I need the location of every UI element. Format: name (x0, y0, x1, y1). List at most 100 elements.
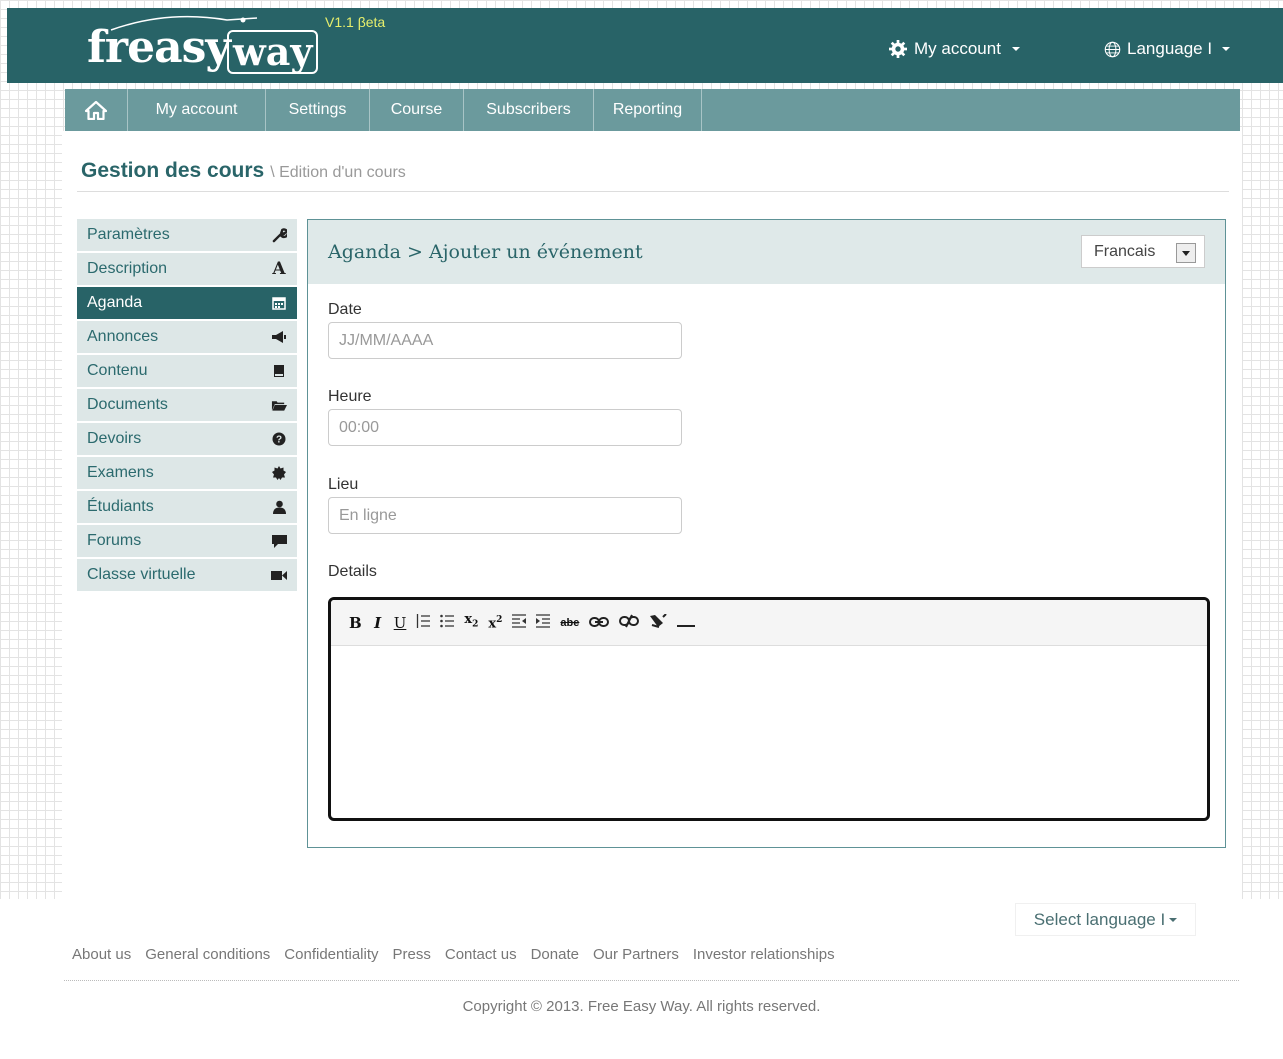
book-icon (271, 363, 287, 379)
bullhorn-icon (271, 329, 287, 345)
subscript-icon[interactable]: x2 (464, 610, 478, 635)
footer-link-confidentiality[interactable]: Confidentiality (284, 946, 378, 963)
sidebar-item-parametres[interactable]: Paramètres (77, 219, 297, 251)
globe-icon (1104, 41, 1121, 57)
place-label: Lieu (328, 476, 359, 493)
home-icon (85, 100, 107, 120)
sidebar-item-description[interactable]: Description A (77, 253, 297, 285)
nav-subscribers[interactable]: Subscribers (464, 89, 594, 131)
nav-home[interactable] (65, 89, 128, 131)
nav-reporting[interactable]: Reporting (594, 89, 702, 131)
italic-button[interactable]: I (372, 613, 384, 633)
page-heading: Gestion des cours \ Edition d'un cours (81, 159, 406, 183)
indent-icon[interactable] (536, 613, 551, 633)
chevron-down-icon (1011, 47, 1020, 51)
top-language-menu[interactable]: Language I (1104, 39, 1231, 59)
sidebar-item-label: Annonces (87, 328, 159, 345)
sidebar-item-forums[interactable]: Forums (77, 525, 297, 557)
page-title: Gestion des cours (81, 159, 265, 182)
top-account-label: My account (914, 39, 1001, 58)
place-field[interactable] (328, 497, 682, 534)
course-sidebar: Paramètres Description A Aganda Annonces… (77, 219, 297, 593)
sidebar-item-label: Étudiants (87, 498, 154, 515)
sidebar-item-classe-virtuelle[interactable]: Classe virtuelle (77, 559, 297, 591)
link-icon[interactable] (589, 613, 610, 633)
dropdown-arrow-icon (1176, 243, 1196, 263)
sidebar-item-label: Paramètres (87, 226, 170, 243)
time-label: Heure (328, 388, 372, 405)
sidebar-item-contenu[interactable]: Contenu (77, 355, 297, 387)
footer-link-press[interactable]: Press (393, 946, 431, 963)
nav-label: My account (155, 101, 238, 118)
sidebar-item-label: Forums (87, 532, 142, 549)
footer-link-partners[interactable]: Our Partners (593, 946, 679, 963)
remove-format-icon[interactable] (649, 612, 668, 633)
sidebar-item-aganda[interactable]: Aganda (77, 287, 297, 319)
top-account-menu[interactable]: My account (889, 39, 1020, 59)
calendar-icon (271, 295, 287, 311)
nav-label: Settings (288, 101, 347, 118)
svg-text:?: ? (276, 435, 282, 446)
footer-language-select[interactable]: Select language I (1015, 903, 1196, 936)
superscript-icon[interactable]: x2 (488, 610, 502, 634)
panel-title: Aganda > Ajouter un événement (328, 241, 643, 263)
nav-course[interactable]: Course (370, 89, 464, 131)
underline-button[interactable]: U (394, 613, 407, 633)
video-icon (271, 567, 287, 583)
footer-link-about[interactable]: About us (72, 946, 131, 963)
page-subtitle: \ Edition d'un cours (270, 164, 406, 181)
time-field[interactable] (328, 409, 682, 446)
content-language-select[interactable]: Francais (1081, 235, 1205, 268)
logo[interactable]: freasy way (87, 14, 327, 78)
top-header-bar: freasy way V1.1 βeta My account Language… (7, 8, 1283, 83)
unlink-icon[interactable] (619, 613, 640, 633)
sidebar-item-label: Contenu (87, 362, 148, 379)
nav-label: Subscribers (486, 101, 571, 118)
footer-link-contact[interactable]: Contact us (445, 946, 517, 963)
gear-icon (889, 40, 907, 58)
outdent-icon[interactable] (512, 613, 527, 633)
nav-my-account[interactable]: My account (128, 89, 266, 131)
nav-label: Reporting (612, 101, 683, 118)
version-label: V1.1 βeta (325, 14, 386, 30)
sidebar-item-examens[interactable]: Examens (77, 457, 297, 489)
strikethrough-icon[interactable]: abe (560, 613, 579, 633)
copyright-text: Copyright © 2013. Free Easy Way. All rig… (462, 998, 821, 1015)
date-field[interactable] (328, 322, 682, 359)
footer-link-donate[interactable]: Donate (531, 946, 579, 963)
unordered-list-icon[interactable] (440, 613, 455, 633)
footer-links: About us General conditions Confidential… (72, 946, 835, 963)
date-label: Date (328, 301, 362, 318)
horizontal-rule-icon[interactable] (677, 613, 696, 633)
sidebar-item-label: Examens (87, 464, 154, 481)
sidebar-item-label: Devoirs (87, 430, 142, 447)
logo-text: freasy (87, 22, 231, 73)
details-rich-text-editor: B I U x2 x2 abe (328, 597, 1210, 821)
sidebar-item-annonces[interactable]: Annonces (77, 321, 297, 353)
sidebar-item-etudiants[interactable]: Étudiants (77, 491, 297, 523)
footer-link-investors[interactable]: Investor relationships (693, 946, 835, 963)
ordered-list-icon[interactable] (416, 613, 431, 633)
footer-language-label: Select language I (1033, 909, 1166, 929)
main-nav: My account Settings Course Subscribers R… (65, 89, 1240, 131)
bold-button[interactable]: B (349, 613, 362, 633)
editor-toolbar: B I U x2 x2 abe (331, 600, 1207, 646)
sidebar-item-label: Aganda (87, 294, 143, 311)
certificate-icon (271, 465, 287, 481)
sidebar-item-label: Classe virtuelle (87, 566, 196, 583)
question-icon: ? (271, 431, 287, 447)
top-language-label: Language I (1127, 39, 1213, 58)
details-label: Details (328, 563, 377, 580)
footer-link-conditions[interactable]: General conditions (145, 946, 270, 963)
sidebar-item-label: Description (87, 260, 168, 277)
chevron-down-icon (1169, 917, 1178, 922)
user-icon (271, 499, 287, 515)
logo-box-text: way (227, 30, 319, 74)
content-area: Gestion des cours \ Edition d'un cours P… (62, 131, 1242, 899)
sidebar-item-devoirs[interactable]: Devoirs ? (77, 423, 297, 455)
details-textarea[interactable] (331, 646, 1207, 818)
nav-settings[interactable]: Settings (266, 89, 370, 131)
folder-open-icon (271, 397, 287, 413)
sidebar-item-documents[interactable]: Documents (77, 389, 297, 421)
nav-label: Course (390, 101, 443, 118)
